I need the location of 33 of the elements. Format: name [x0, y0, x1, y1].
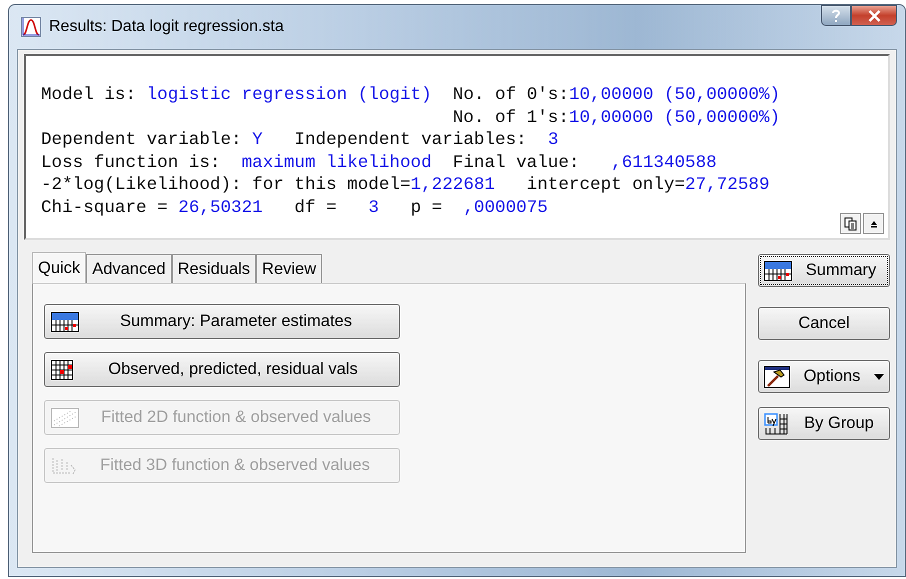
- copy-button[interactable]: [840, 213, 861, 234]
- close-icon: [868, 10, 880, 22]
- action-button[interactable]: Summary: Parameter estimates: [44, 304, 400, 339]
- hammer-icon: [764, 366, 790, 388]
- action-button[interactable]: Observed, predicted, residual vals: [44, 352, 400, 387]
- tab[interactable]: Residuals: [172, 254, 256, 283]
- output-line: Loss function is: maximum likelihood Final value: ,611340588: [41, 152, 717, 172]
- summary-table-icon: [764, 260, 792, 280]
- side-button[interactable]: Options: [758, 360, 890, 393]
- output-line: Dependent variable: Y Independent variables: 3: [41, 130, 558, 150]
- grid-icon: [51, 360, 73, 380]
- side-button[interactable]: Summary: [758, 254, 890, 287]
- scatter-plot-icon: [51, 408, 79, 428]
- help-button[interactable]: [821, 5, 851, 26]
- output-line: -2*log(Likelihood): for this model=1,222681 intercept only=27,72589: [41, 175, 770, 195]
- copy-icon: [844, 216, 858, 230]
- tab[interactable]: Quick: [32, 252, 86, 283]
- arrow-up-icon: [868, 218, 878, 228]
- tab[interactable]: Review: [256, 254, 322, 283]
- output-line: Model is: logistic regression (logit) No. of 0's:10,00000 (50,00000%): [41, 85, 780, 105]
- collapse-button[interactable]: [863, 213, 884, 234]
- close-button[interactable]: [851, 5, 897, 26]
- help-icon: [831, 8, 841, 22]
- curve-icon: [21, 17, 41, 37]
- side-button[interactable]: Cancel: [758, 307, 890, 340]
- side-button[interactable]: By Group: [758, 407, 890, 440]
- by-group-icon: [764, 412, 788, 434]
- output-line: No. of 1's:10,00000 (50,00000%): [452, 108, 780, 128]
- summary-table-icon: [51, 312, 79, 332]
- tab[interactable]: Advanced: [86, 254, 172, 283]
- output-line: Chi-square = 26,50321 df = 3 p = ,0000075: [41, 198, 548, 218]
- bar-3d-icon: [51, 456, 77, 476]
- window-title: Results: Data logit regression.sta: [49, 18, 284, 36]
